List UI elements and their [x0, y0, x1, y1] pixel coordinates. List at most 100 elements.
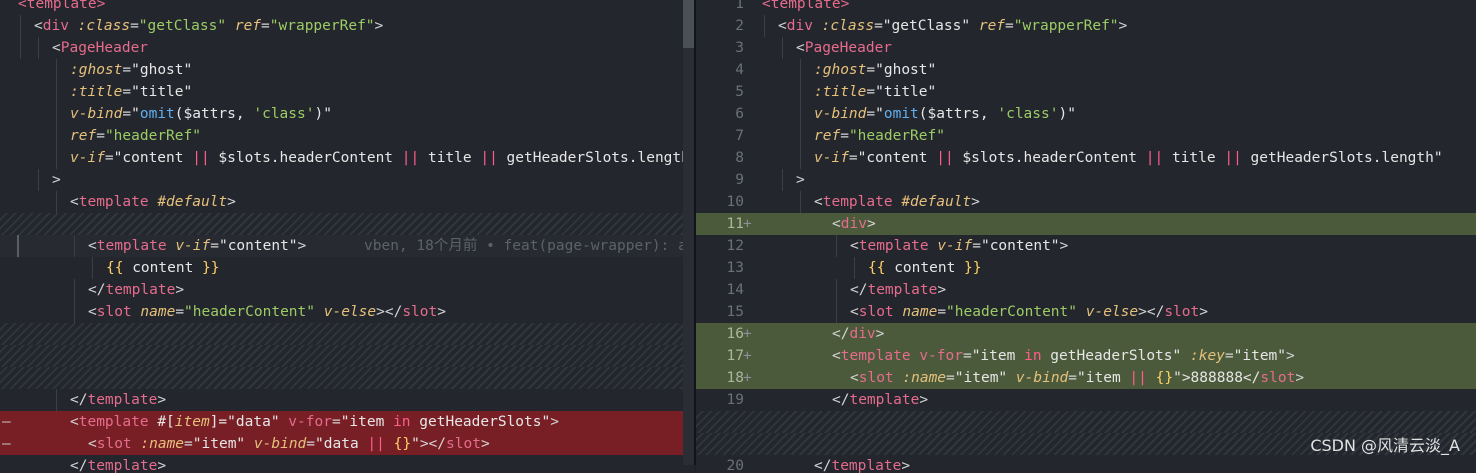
- indent-guide: [56, 147, 57, 169]
- code-text: </div>: [832, 326, 885, 342]
- code-line[interactable]: 1 <template>: [696, 0, 1476, 15]
- indent-guide: [92, 257, 93, 279]
- code-text: v-bind="omit($attrs, 'class')": [814, 106, 1076, 122]
- code-line[interactable]: {{ content }}: [0, 257, 694, 279]
- indent-guide: [74, 235, 75, 257]
- code-text: >: [796, 172, 805, 188]
- indent-guide: [800, 125, 801, 147]
- code-line-added[interactable]: 17 + <template v-for="item in getHeaderSlo…: [696, 345, 1476, 367]
- diff-spacer: [0, 213, 694, 235]
- code-line-deleted[interactable]: — <template #[item]="data" v-for="item in…: [0, 411, 694, 433]
- code-line[interactable]: 9 >: [696, 169, 1476, 191]
- diff-editor: <template> <div :class="getClass" ref="w…: [0, 0, 1476, 473]
- code-text: <template v-for="item in getHeaderSlots"…: [832, 348, 1295, 364]
- code-line-added[interactable]: 18 + <slot :name="item" v-bind="item || {}…: [696, 367, 1476, 389]
- line-number: 9: [735, 172, 744, 188]
- code-text: <template #default>: [70, 194, 236, 210]
- code-line[interactable]: 14 </template>: [696, 279, 1476, 301]
- code-line[interactable]: <template #default>: [0, 191, 694, 213]
- code-text: </template>: [850, 282, 947, 298]
- code-line[interactable]: :title="title": [0, 81, 694, 103]
- code-line[interactable]: <div :class="getClass" ref="wrapperRef">: [0, 15, 694, 37]
- diff-right-pane[interactable]: 1 <template> 2 <div :class="getClass" ref=…: [696, 0, 1476, 473]
- line-number: 12: [726, 238, 744, 254]
- code-text: :title="title": [70, 84, 193, 100]
- code-line[interactable]: :ghost="ghost": [0, 59, 694, 81]
- indent-guide: [800, 191, 801, 213]
- code-line[interactable]: </template>: [0, 455, 694, 473]
- added-marker: +: [743, 370, 752, 386]
- code-text: <PageHeader: [796, 40, 893, 56]
- code-line[interactable]: </template>: [0, 279, 694, 301]
- vertical-scrollbar[interactable]: [683, 0, 694, 465]
- line-number: 2: [735, 18, 744, 34]
- diff-left-pane[interactable]: <template> <div :class="getClass" ref="w…: [0, 0, 694, 473]
- code-text: <template v-if="content">: [850, 238, 1069, 254]
- code-line-deleted[interactable]: — <slot :name="item" v-bind="data || {}">…: [0, 433, 694, 455]
- indent-guide: [800, 147, 801, 169]
- code-text: </template>: [832, 392, 929, 408]
- code-line[interactable]: 20 </template>: [696, 455, 1476, 473]
- code-text: </template>: [88, 282, 185, 298]
- line-number: 4: [735, 62, 744, 78]
- code-text: <template>: [762, 0, 850, 12]
- code-line[interactable]: 8 v-if="content || $slots.headerContent |…: [696, 147, 1476, 169]
- code-line[interactable]: 7 ref="headerRef": [696, 125, 1476, 147]
- line-number: 7: [735, 128, 744, 144]
- code-line[interactable]: 19 </template>: [696, 389, 1476, 411]
- added-marker: +: [743, 326, 752, 342]
- line-number: 11: [726, 216, 744, 232]
- line-number: 20: [726, 458, 744, 473]
- indent-guide: [836, 301, 837, 323]
- code-line[interactable]: <slot name="headerContent" v-else></slot…: [0, 301, 694, 323]
- indent-guide: [56, 191, 57, 213]
- code-line[interactable]: 10 <template #default>: [696, 191, 1476, 213]
- diff-spacer: [0, 345, 694, 367]
- code-text: v-bind="omit($attrs, 'class')": [70, 106, 332, 122]
- diff-spacer: [0, 367, 694, 389]
- indent-guide: [20, 37, 21, 59]
- line-number: 8: [735, 150, 744, 166]
- indent-guide: [836, 235, 837, 257]
- code-line-added[interactable]: 11 + <div>: [696, 213, 1476, 235]
- code-line[interactable]: 3 <PageHeader: [696, 37, 1476, 59]
- code-text: :ghost="ghost": [70, 62, 193, 78]
- code-line[interactable]: 5:title="title": [696, 81, 1476, 103]
- code-text: <slot name="headerContent" v-else></slot…: [850, 304, 1208, 320]
- indent-guide: [800, 103, 801, 125]
- code-line[interactable]: <template>: [0, 0, 694, 15]
- code-line-added[interactable]: 16 + </div>: [696, 323, 1476, 345]
- watermark-text: CSDN @风清云淡_A: [1310, 436, 1460, 455]
- indent-guide: [836, 279, 837, 301]
- code-line[interactable]: 2 <div :class="getClass" ref="wrapperRef"…: [696, 15, 1476, 37]
- code-line[interactable]: 12 <template v-if="content">: [696, 235, 1476, 257]
- indent-guide: [20, 15, 21, 37]
- indent-guide: [56, 81, 57, 103]
- code-text: :ghost="ghost": [814, 62, 937, 78]
- code-text: </template>: [814, 458, 911, 473]
- code-text: :title="title": [814, 84, 937, 100]
- indent-guide: [764, 15, 765, 37]
- code-line[interactable]: ref="headerRef": [0, 125, 694, 147]
- code-line[interactable]: 6 v-bind="omit($attrs, 'class')": [696, 103, 1476, 125]
- code-text: <template #default>: [814, 194, 980, 210]
- code-text: <slot name="headerContent" v-else></slot…: [88, 304, 446, 320]
- code-line[interactable]: >: [0, 169, 694, 191]
- code-line[interactable]: <PageHeader: [0, 37, 694, 59]
- code-line[interactable]: 4 :ghost="ghost": [696, 59, 1476, 81]
- code-text: {{ content }}: [868, 260, 982, 276]
- line-number: 16: [726, 326, 744, 342]
- indent-guide: [800, 59, 801, 81]
- code-text: <div :class="getClass" ref="wrapperRef">: [34, 18, 384, 34]
- code-line[interactable]: v-if="content || $slots.headerContent ||…: [0, 147, 694, 169]
- code-line[interactable]: </template>: [0, 389, 694, 411]
- code-token: <template>: [18, 0, 106, 12]
- code-line[interactable]: v-bind="omit($attrs, 'class')": [0, 103, 694, 125]
- scrollbar-thumb[interactable]: [683, 0, 694, 48]
- indent-guide: [38, 37, 39, 59]
- code-line[interactable]: 13 {{ content }}: [696, 257, 1476, 279]
- code-line[interactable]: 15 <slot name="headerContent" v-else></sl…: [696, 301, 1476, 323]
- indent-guide: [782, 169, 783, 191]
- code-line-current[interactable]: <template v-if="content"> vben, 18个月前 • f…: [0, 235, 694, 257]
- line-number: 15: [726, 304, 744, 320]
